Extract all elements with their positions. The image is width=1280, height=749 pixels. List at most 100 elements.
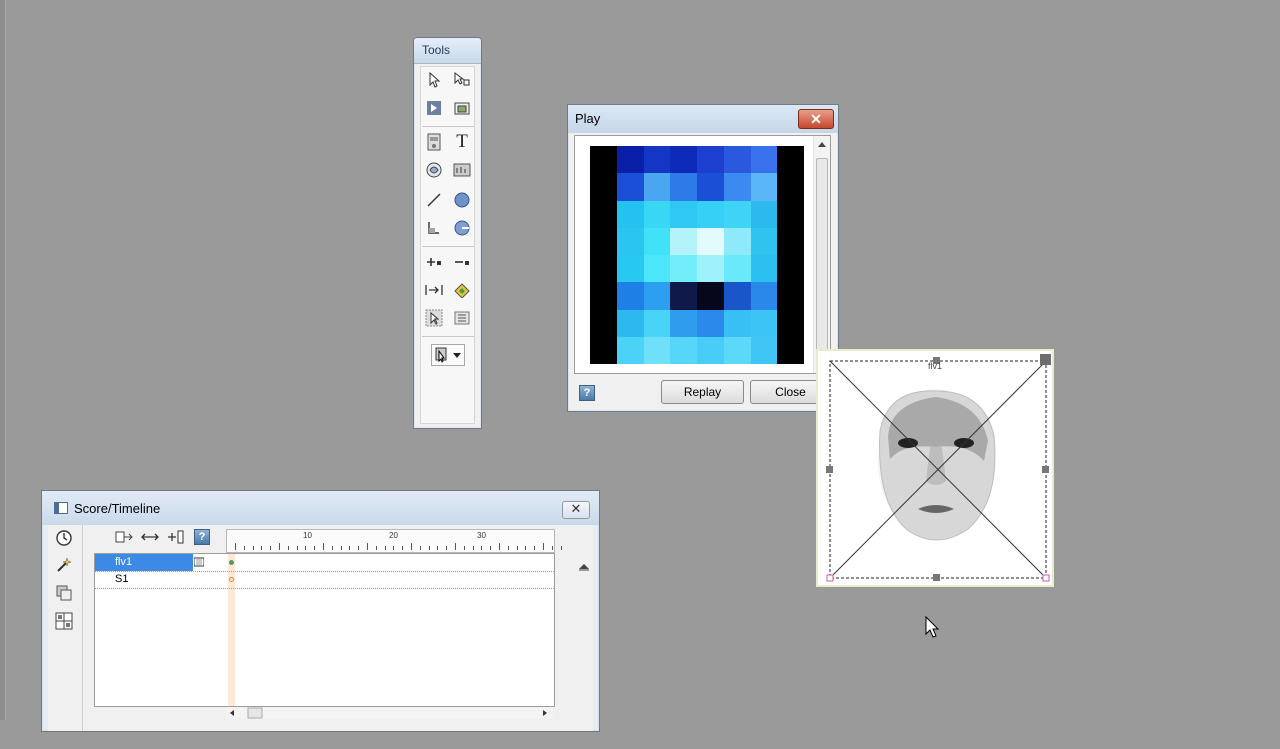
- ruler-tick: [331, 546, 333, 550]
- help-icon[interactable]: ?: [579, 385, 595, 401]
- ruler-tick: [367, 543, 368, 550]
- video-pixel: [616, 227, 644, 255]
- ruler-tick: [437, 546, 439, 550]
- add-point-tool-icon[interactable]: [422, 250, 446, 274]
- video-pixel: [697, 309, 724, 337]
- tools-separator: [422, 246, 474, 247]
- video-pixel: [616, 200, 644, 228]
- video-pixel: [750, 173, 778, 201]
- score-titlebar[interactable]: Score/Timeline ✕: [42, 491, 599, 525]
- extend-span-icon[interactable]: [140, 527, 160, 547]
- ruler-label: 30: [477, 531, 486, 540]
- video-pixel: [590, 255, 617, 283]
- ellipse-tool-icon[interactable]: [450, 188, 474, 212]
- track-name[interactable]: flv1: [95, 554, 193, 571]
- video-pixel: [697, 173, 724, 201]
- video-pixel: [670, 200, 697, 228]
- tempo-icon[interactable]: [54, 528, 74, 548]
- video-pixel: [590, 336, 617, 364]
- video-pixel: [670, 173, 697, 201]
- video-pixel: [590, 173, 617, 201]
- keyframe-marker[interactable]: [229, 577, 234, 582]
- score-body: ? 10 20 30 flv1 S1: [48, 525, 593, 731]
- video-pixel: [750, 146, 778, 174]
- button-tool-icon[interactable]: [422, 158, 446, 182]
- video-pixel: [723, 255, 751, 283]
- video-pixel: [590, 282, 617, 310]
- score-help-icon[interactable]: ?: [192, 527, 212, 547]
- replay-button[interactable]: Replay: [661, 380, 744, 404]
- video-pixel: [643, 255, 671, 283]
- video-pixel: [616, 282, 644, 310]
- list-tool-icon[interactable]: [450, 306, 474, 330]
- ruler-tick: [446, 546, 448, 550]
- line-tool-icon[interactable]: [422, 188, 446, 212]
- ruler-tick: [411, 543, 412, 550]
- flv-sprite[interactable]: flv1: [816, 349, 1054, 587]
- layers-icon[interactable]: [54, 583, 74, 603]
- insert-frame-icon[interactable]: [166, 527, 186, 547]
- scroll-thumb[interactable]: [816, 158, 828, 354]
- play-vertical-scrollbar[interactable]: [813, 136, 830, 373]
- sprite-toolbar-icon[interactable]: [114, 527, 134, 547]
- ruler-tick: [305, 546, 307, 550]
- magnify-tool-icon[interactable]: [450, 96, 474, 120]
- arrow-tool-icon[interactable]: [422, 68, 446, 92]
- video-pixel: [777, 336, 804, 364]
- track-row[interactable]: S1: [95, 571, 554, 589]
- score-horizontal-scrollbar[interactable]: [226, 707, 553, 719]
- push-button-tool-icon[interactable]: [422, 278, 446, 302]
- rect-tool-icon[interactable]: [422, 216, 446, 240]
- shape-tool-icon[interactable]: [450, 158, 474, 182]
- video-pixel: [697, 255, 724, 283]
- text-tool-icon[interactable]: T: [450, 130, 474, 154]
- ruler-tick: [384, 546, 386, 550]
- video-pixel: [590, 146, 617, 174]
- grid-frames-icon[interactable]: [54, 611, 74, 631]
- score-close-button[interactable]: ✕: [562, 501, 590, 519]
- ruler-tick: [472, 546, 474, 550]
- score-vertical-scrollbar[interactable]: [576, 559, 592, 749]
- video-pixel: [697, 146, 724, 174]
- video-pixel: [723, 336, 751, 364]
- ruler-tick: [252, 546, 254, 550]
- video-pixel: [616, 309, 644, 337]
- ruler-tick: [261, 546, 263, 550]
- ink-selector-dropdown[interactable]: [431, 344, 465, 366]
- play-close-x-button[interactable]: ✕: [798, 109, 834, 129]
- video-pixel: [670, 336, 697, 364]
- ruler-tick: [516, 546, 518, 550]
- video-pixel: [697, 227, 724, 255]
- video-pixel: [723, 200, 751, 228]
- paint-bucket-tool-icon[interactable]: [450, 278, 474, 302]
- frame-ruler[interactable]: 10 20 30: [226, 529, 562, 553]
- tools-title[interactable]: Tools: [414, 38, 481, 64]
- video-pixel: [697, 336, 724, 364]
- rotate-skew-tool-icon[interactable]: [450, 68, 474, 92]
- hand-tool-icon[interactable]: [422, 96, 446, 120]
- video-pixel: [697, 200, 724, 228]
- video-pixel: [777, 146, 804, 174]
- video-pixel: [723, 282, 751, 310]
- video-pixel: [616, 173, 644, 201]
- track-row[interactable]: flv1: [95, 554, 554, 572]
- keyframe-marker[interactable]: [229, 560, 234, 565]
- ruler-tick: [499, 543, 500, 550]
- field-tool-icon[interactable]: [422, 130, 446, 154]
- video-pixel: [643, 200, 671, 228]
- track-name[interactable]: S1: [95, 571, 193, 588]
- behavior-wand-icon[interactable]: [54, 555, 74, 575]
- video-pixel: [750, 282, 778, 310]
- sprite-select-tool-icon[interactable]: [422, 306, 446, 330]
- ruler-tick: [393, 546, 395, 550]
- video-pixel: [777, 255, 804, 283]
- ruler-tick: [507, 546, 509, 550]
- scroll-up-icon[interactable]: [818, 142, 826, 147]
- sprite-bounding-box: [826, 354, 1051, 582]
- remove-point-tool-icon[interactable]: [450, 250, 474, 274]
- round-rect-tool-icon[interactable]: [450, 216, 474, 240]
- score-left-toolbar: [48, 525, 83, 731]
- window-icon: [54, 502, 68, 514]
- ruler-tick: [490, 546, 492, 550]
- ruler-tick: [428, 546, 430, 550]
